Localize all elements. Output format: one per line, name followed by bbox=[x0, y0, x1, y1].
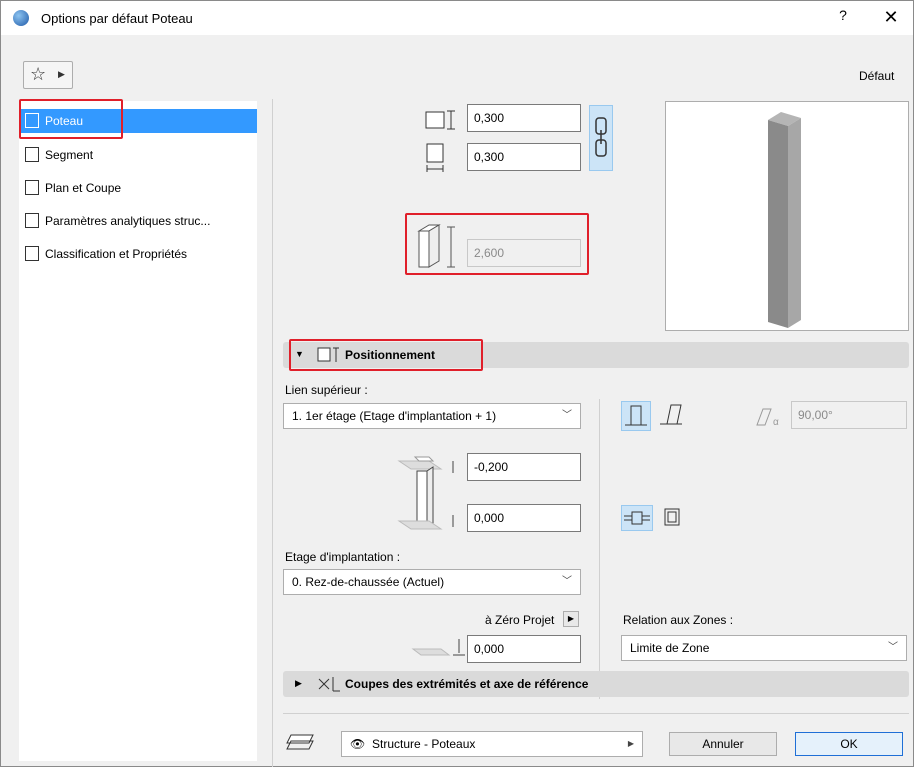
favorites-button[interactable]: ☆ ▶ bbox=[23, 61, 73, 89]
column-3d-preview-image bbox=[768, 112, 801, 328]
cut-section-header[interactable]: ▶ Coupes des extrémités et axe de référe… bbox=[283, 671, 909, 697]
width-field[interactable]: 0,300 bbox=[467, 104, 581, 132]
classification-icon bbox=[25, 246, 39, 261]
close-button[interactable]: ✕ bbox=[879, 5, 903, 29]
sidebar-item-label: Segment bbox=[45, 148, 94, 162]
column-height-icon bbox=[417, 224, 455, 268]
svg-text:α: α bbox=[773, 417, 779, 428]
top-link-select[interactable]: 1. 1er étage (Etage d'implantation + 1) … bbox=[283, 403, 581, 429]
chevron-right-icon: ▶ bbox=[295, 678, 302, 688]
with-veneer-button[interactable] bbox=[657, 505, 689, 531]
segment-icon bbox=[25, 147, 39, 162]
chain-link-icon bbox=[595, 117, 607, 157]
help-button[interactable]: ? bbox=[833, 7, 853, 29]
link-dimensions-button[interactable] bbox=[589, 105, 613, 171]
plan-section-icon bbox=[25, 180, 39, 195]
zone-relation-label: Relation aux Zones : bbox=[623, 613, 734, 627]
chevron-down-icon: ﹀ bbox=[888, 642, 898, 653]
cancel-button[interactable]: Annuler bbox=[669, 732, 777, 756]
highlight-box bbox=[19, 99, 123, 139]
ok-button[interactable]: OK bbox=[795, 732, 903, 756]
project-zero-icon bbox=[411, 639, 465, 656]
end-cut-icon bbox=[318, 677, 340, 692]
sidebar-item-label: Plan et Coupe bbox=[45, 181, 122, 195]
vertical-column-icon bbox=[625, 405, 647, 426]
archicad-app-icon bbox=[13, 10, 29, 26]
width-dimension-icon bbox=[425, 110, 455, 130]
sidebar-item-label: Classification et Propriétés bbox=[45, 247, 188, 261]
home-story-value: 0. Rez-de-chaussée (Actuel) bbox=[292, 575, 445, 589]
layer-value: Structure - Poteaux bbox=[372, 737, 476, 751]
chevron-right-icon: ▶ bbox=[567, 614, 575, 623]
height-field[interactable]: 2,600 bbox=[467, 239, 581, 267]
slanted-column-button[interactable] bbox=[657, 401, 687, 431]
highlight-box bbox=[289, 339, 483, 371]
sidebar: Poteau Segment Plan et Coupe Paramètres … bbox=[19, 101, 257, 761]
zone-core-icon bbox=[624, 511, 650, 525]
vertical-divider bbox=[599, 399, 600, 699]
core-only-button[interactable] bbox=[621, 505, 653, 531]
dialog-window: Options par défaut Poteau ? ✕ ☆ ▶ Défaut… bbox=[0, 0, 914, 767]
window-title: Options par défaut Poteau bbox=[41, 11, 193, 26]
depth-dimension-icon bbox=[426, 143, 444, 172]
depth-field[interactable]: 0,300 bbox=[467, 143, 581, 171]
layer-select[interactable]: 👁 Structure - Poteaux ▶ bbox=[341, 731, 643, 757]
vertical-column-button[interactable] bbox=[621, 401, 651, 431]
angle-field[interactable]: 90,00° bbox=[791, 401, 907, 429]
sidebar-item-classification[interactable]: Classification et Propriétés bbox=[19, 242, 257, 266]
top-link-value: 1. 1er étage (Etage d'implantation + 1) bbox=[292, 409, 497, 423]
chevron-down-icon: ﹀ bbox=[562, 410, 572, 421]
top-offset-field[interactable]: -0,200 bbox=[467, 453, 581, 481]
reference-level-menu-button[interactable]: ▶ bbox=[563, 611, 579, 627]
3d-preview bbox=[665, 101, 909, 331]
home-story-select[interactable]: 0. Rez-de-chaussée (Actuel) ﹀ bbox=[283, 569, 581, 595]
chevron-down-icon: ﹀ bbox=[562, 576, 572, 587]
section-title: Coupes des extrémités et axe de référenc… bbox=[345, 677, 589, 691]
project-zero-field[interactable]: 0,000 bbox=[467, 635, 581, 663]
layer-icon bbox=[286, 734, 314, 750]
column-offset-icon bbox=[397, 456, 454, 530]
default-label: Défaut bbox=[859, 69, 895, 83]
sidebar-separator bbox=[272, 99, 273, 767]
zone-relation-value: Limite de Zone bbox=[630, 641, 710, 655]
sidebar-item-segment[interactable]: Segment bbox=[19, 143, 257, 167]
top-link-label: Lien supérieur : bbox=[285, 383, 368, 397]
sidebar-item-analytiques[interactable]: Paramètres analytiques struc... bbox=[19, 209, 257, 233]
slant-angle-icon: α bbox=[756, 408, 779, 428]
chevron-right-icon: ▶ bbox=[627, 739, 634, 748]
bottom-offset-field[interactable]: 0,000 bbox=[467, 504, 581, 532]
project-zero-label: à Zéro Projet bbox=[485, 613, 555, 627]
sidebar-item-label: Paramètres analytiques struc... bbox=[45, 214, 211, 228]
star-icon: ☆ bbox=[30, 64, 47, 84]
zone-relation-select[interactable]: Limite de Zone ﹀ bbox=[621, 635, 907, 661]
zone-veneer-icon bbox=[664, 508, 680, 526]
eye-icon: 👁 bbox=[350, 737, 366, 751]
title-bar: Options par défaut Poteau ? ✕ bbox=[1, 1, 913, 35]
structural-analytic-icon bbox=[25, 213, 39, 228]
chevron-right-icon: ▶ bbox=[58, 69, 65, 79]
footer-divider bbox=[283, 713, 909, 714]
sidebar-item-plan-coupe[interactable]: Plan et Coupe bbox=[19, 176, 257, 200]
slanted-column-icon bbox=[660, 404, 682, 425]
home-story-label: Etage d'implantation : bbox=[285, 550, 401, 564]
